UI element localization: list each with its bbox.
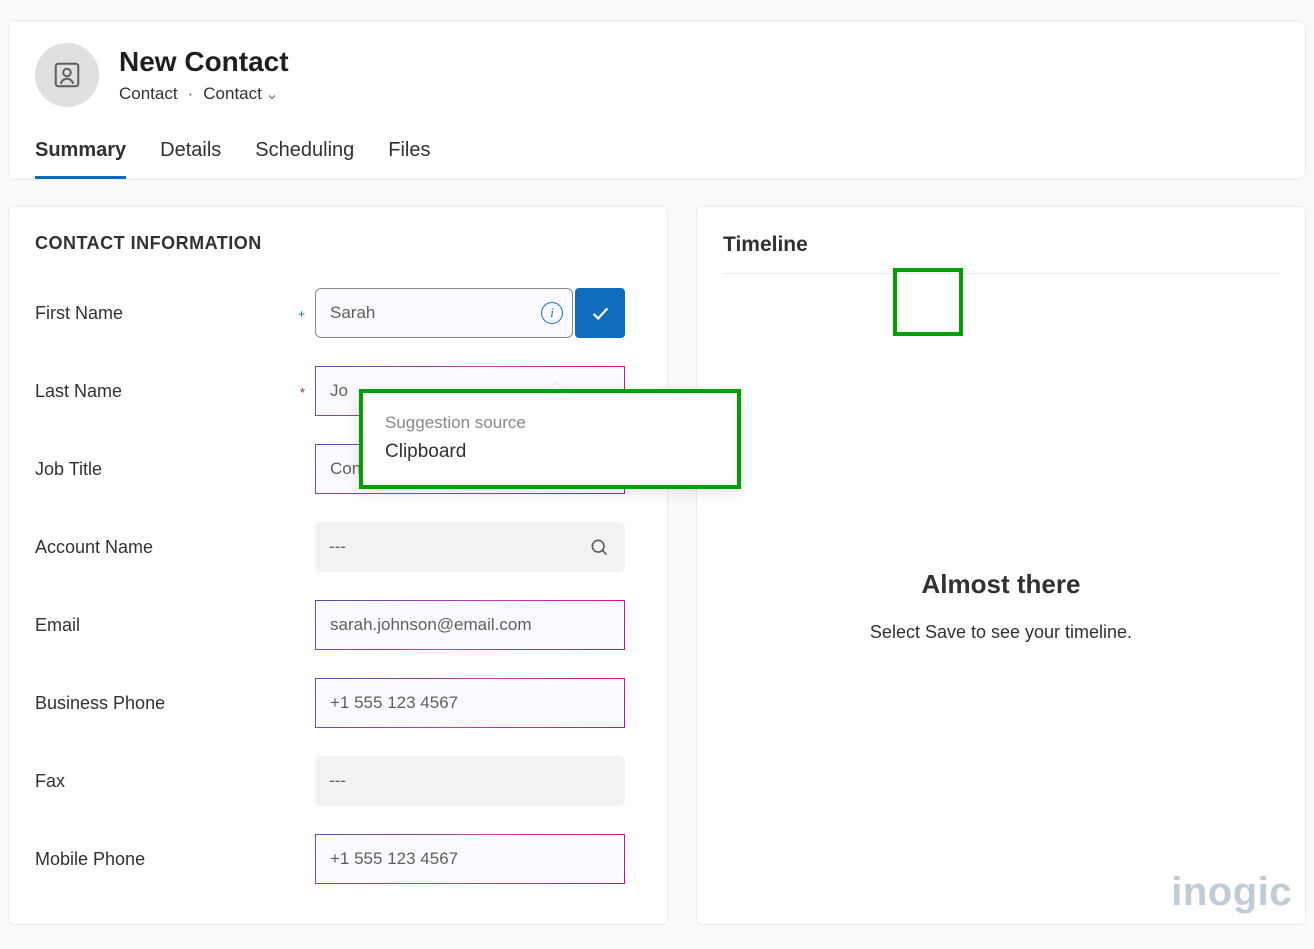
form-selector[interactable]: Contact [203, 84, 278, 104]
highlight-popover [359, 389, 741, 489]
timeline-heading: Almost there [922, 569, 1081, 600]
tabs: Summary Details Scheduling Files [35, 139, 1279, 179]
contact-info-panel: CONTACT INFORMATION First Name + i Last … [8, 206, 668, 925]
header-card: New Contact Contact · Contact Summary De… [8, 20, 1306, 180]
suggestion-popover-label: Suggestion source [385, 413, 715, 433]
check-icon [589, 302, 611, 324]
row-first-name: First Name + i [35, 288, 641, 338]
suggestion-popover-value: Clipboard [385, 441, 715, 463]
input-email[interactable] [315, 600, 625, 650]
breadcrumb-separator: · [188, 84, 194, 104]
page-title: New Contact [119, 46, 289, 78]
input-fax[interactable] [315, 756, 625, 806]
avatar [35, 43, 99, 107]
timeline-subtext: Select Save to see your timeline. [870, 622, 1132, 643]
row-account-name: Account Name [35, 522, 641, 572]
tab-details[interactable]: Details [160, 139, 221, 179]
required-indicator: * [300, 385, 305, 400]
label-last-name: Last Name * [35, 381, 315, 402]
label-job-title: Job Title [35, 459, 315, 480]
input-mobile-phone[interactable] [315, 834, 625, 884]
watermark-logo: inogic [1171, 870, 1292, 915]
timeline-title: Timeline [723, 233, 1279, 274]
row-fax: Fax [35, 756, 641, 806]
input-first-name[interactable] [315, 288, 573, 338]
input-account-name[interactable] [315, 522, 625, 572]
breadcrumb-entity: Contact [119, 84, 178, 104]
input-business-phone[interactable] [315, 678, 625, 728]
suggestion-popover: Suggestion source Clipboard [360, 392, 740, 486]
label-mobile-phone: Mobile Phone [35, 849, 315, 870]
row-email: Email [35, 600, 641, 650]
timeline-panel: Timeline Almost there Select Save to see… [696, 206, 1306, 925]
breadcrumb: Contact · Contact [119, 84, 289, 104]
contact-avatar-icon [52, 60, 82, 90]
breadcrumb-form: Contact [203, 84, 262, 104]
label-email: Email [35, 615, 315, 636]
row-business-phone: Business Phone [35, 678, 641, 728]
tab-summary[interactable]: Summary [35, 139, 126, 179]
label-first-name: First Name + [35, 303, 315, 324]
search-icon[interactable] [589, 537, 609, 557]
tab-scheduling[interactable]: Scheduling [255, 139, 354, 179]
row-mobile-phone: Mobile Phone [35, 834, 641, 884]
accept-suggestion-button[interactable] [575, 288, 625, 338]
info-icon[interactable]: i [541, 302, 563, 324]
section-title: CONTACT INFORMATION [35, 233, 641, 254]
label-business-phone: Business Phone [35, 693, 315, 714]
chevron-down-icon [266, 88, 278, 100]
label-account-name: Account Name [35, 537, 315, 558]
tab-files[interactable]: Files [388, 139, 430, 179]
label-fax: Fax [35, 771, 315, 792]
recommended-indicator: + [298, 307, 305, 321]
